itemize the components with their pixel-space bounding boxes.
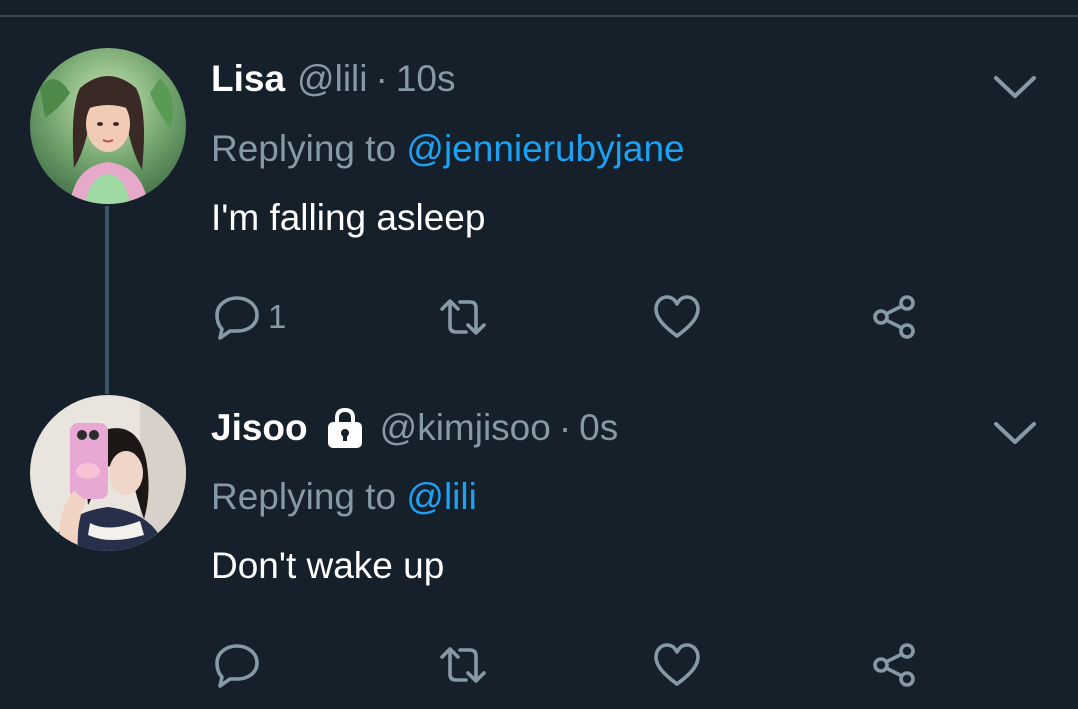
replying-to-link[interactable]: @lili — [406, 476, 476, 517]
tweet-header: Jisoo @kimjisoo · 0s — [211, 405, 618, 451]
reply-button[interactable] — [212, 640, 268, 690]
replying-to-line: Replying to @jennierubyjane — [211, 128, 685, 170]
reply-icon — [212, 640, 262, 690]
reply-count: 1 — [268, 298, 287, 335]
tweet-header: Lisa @lili · 10s — [211, 58, 455, 100]
display-name[interactable]: Jisoo — [211, 407, 308, 449]
thread-connector-line — [105, 206, 109, 394]
reply-button[interactable]: 1 — [212, 292, 286, 342]
avatar-photo-jisoo — [30, 395, 186, 551]
like-button[interactable] — [652, 292, 702, 342]
chevron-down-icon[interactable] — [992, 72, 1038, 102]
divider — [0, 15, 1078, 17]
chevron-down-icon[interactable] — [992, 418, 1038, 448]
tweet-text: Don't wake up — [211, 545, 445, 586]
like-icon — [652, 640, 702, 690]
retweet-button[interactable] — [438, 292, 488, 342]
retweet-icon — [438, 640, 488, 690]
share-button[interactable] — [870, 292, 920, 342]
retweet-icon — [438, 292, 488, 342]
avatar[interactable] — [30, 48, 186, 204]
replying-to-prefix: Replying to — [211, 128, 397, 169]
timestamp[interactable]: 10s — [396, 58, 456, 100]
share-button[interactable] — [870, 640, 920, 690]
reply-icon — [212, 292, 262, 342]
replying-to-prefix: Replying to — [211, 476, 397, 517]
lock-icon — [322, 405, 368, 451]
avatar-photo-lisa — [30, 48, 186, 204]
like-icon — [652, 292, 702, 342]
user-handle[interactable]: @lili — [297, 58, 367, 100]
share-icon — [870, 640, 920, 690]
user-handle[interactable]: @kimjisoo — [380, 407, 551, 449]
replying-to-line: Replying to @lili — [211, 476, 477, 518]
retweet-button[interactable] — [438, 640, 488, 690]
share-icon — [870, 292, 920, 342]
like-button[interactable] — [652, 640, 702, 690]
avatar[interactable] — [30, 395, 186, 551]
separator-dot: · — [558, 407, 572, 448]
tweet-thread: Lisa @lili · 10s Replying to @jennieruby… — [0, 0, 1078, 709]
display-name[interactable]: Lisa — [211, 58, 285, 100]
tweet-text: I'm falling asleep — [211, 197, 486, 238]
timestamp[interactable]: 0s — [579, 407, 618, 449]
separator-dot: · — [375, 58, 388, 99]
replying-to-link[interactable]: @jennierubyjane — [406, 128, 684, 169]
